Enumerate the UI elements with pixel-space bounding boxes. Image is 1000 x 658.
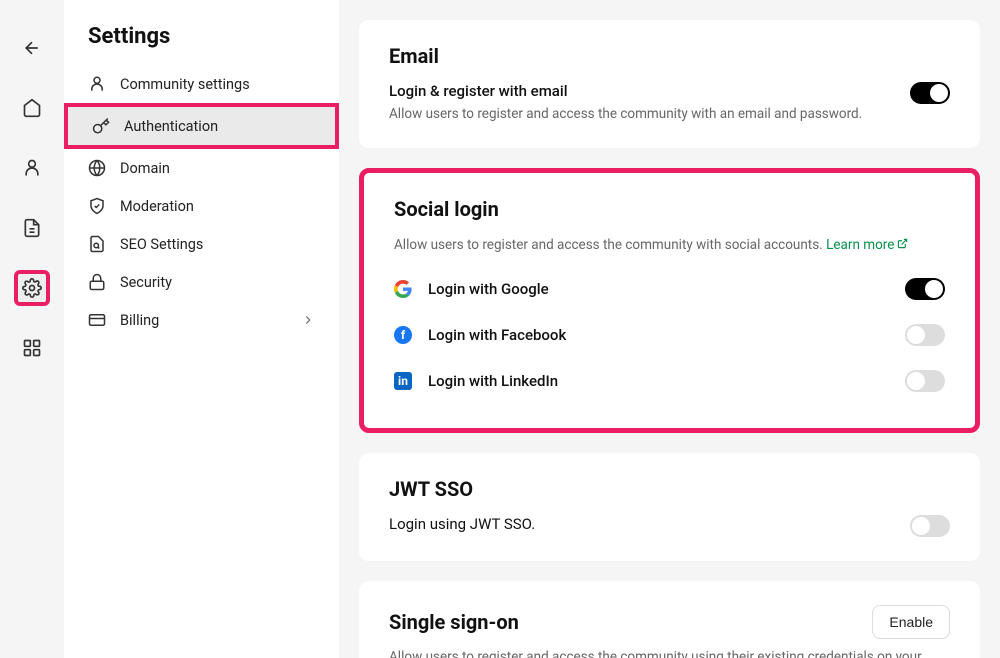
email-row-desc: Allow users to register and access the c… <box>389 104 890 124</box>
home-icon[interactable] <box>14 90 50 126</box>
sidebar-item-billing[interactable]: Billing <box>64 301 339 339</box>
external-link-icon <box>897 238 908 249</box>
jwt-desc: Login using JWT SSO. <box>389 515 890 533</box>
sidebar-item-authentication[interactable]: Authentication <box>64 103 339 149</box>
social-login-card: Social login Allow users to register and… <box>359 168 980 432</box>
jwt-sso-toggle[interactable] <box>910 515 950 537</box>
google-login-label: Login with Google <box>428 280 549 298</box>
shield-icon <box>88 197 106 215</box>
google-login-row: Login with Google <box>394 266 945 312</box>
facebook-login-row: f Login with Facebook <box>394 312 945 358</box>
sidebar-item-label: Community settings <box>120 76 250 93</box>
sidebar-item-domain[interactable]: Domain <box>64 149 339 187</box>
search-file-icon <box>88 235 106 253</box>
sso-card: Single sign-on Enable Allow users to reg… <box>359 581 980 658</box>
credit-card-icon <box>88 311 106 329</box>
back-icon[interactable] <box>14 30 50 66</box>
social-section-title: Social login <box>394 197 945 221</box>
sidebar-title: Settings <box>64 24 339 65</box>
sidebar-item-label: SEO Settings <box>120 236 203 253</box>
sidebar-item-label: Billing <box>120 312 159 329</box>
sidebar-item-community-settings[interactable]: Community settings <box>64 65 339 103</box>
social-learn-more-link[interactable]: Learn more <box>826 237 908 253</box>
person-icon <box>88 75 106 93</box>
google-icon <box>394 280 412 298</box>
linkedin-login-toggle[interactable] <box>905 370 945 392</box>
sso-enable-button[interactable]: Enable <box>872 605 950 639</box>
google-login-toggle[interactable] <box>905 278 945 300</box>
facebook-login-toggle[interactable] <box>905 324 945 346</box>
key-icon <box>92 117 110 135</box>
person-icon[interactable] <box>14 150 50 186</box>
sidebar-item-seo-settings[interactable]: SEO Settings <box>64 225 339 263</box>
sso-desc: Allow users to register and access the c… <box>389 647 950 658</box>
globe-icon <box>88 159 106 177</box>
sso-section-title: Single sign-on <box>389 610 519 634</box>
sidebar-item-label: Moderation <box>120 198 194 215</box>
sidebar-item-label: Security <box>120 274 172 291</box>
sidebar-item-label: Authentication <box>124 118 218 135</box>
lock-icon <box>88 273 106 291</box>
apps-icon[interactable] <box>14 330 50 366</box>
email-login-toggle[interactable] <box>910 82 950 104</box>
linkedin-login-label: Login with LinkedIn <box>428 372 558 390</box>
icon-rail <box>0 0 64 658</box>
document-icon[interactable] <box>14 210 50 246</box>
email-section-title: Email <box>389 44 950 68</box>
social-desc: Allow users to register and access the c… <box>394 235 945 255</box>
facebook-login-label: Login with Facebook <box>428 326 566 344</box>
sidebar-item-security[interactable]: Security <box>64 263 339 301</box>
facebook-icon: f <box>394 326 412 344</box>
linkedin-login-row: in Login with LinkedIn <box>394 358 945 404</box>
jwt-sso-card: JWT SSO Login using JWT SSO. <box>359 453 980 561</box>
email-card: Email Login & register with email Allow … <box>359 20 980 148</box>
main-content: Email Login & register with email Allow … <box>339 0 1000 658</box>
sidebar: Settings Community settings Authenticati… <box>64 0 339 658</box>
email-row-title: Login & register with email <box>389 82 890 100</box>
linkedin-icon: in <box>394 372 412 390</box>
chevron-right-icon <box>301 313 315 327</box>
jwt-section-title: JWT SSO <box>389 477 950 501</box>
gear-icon[interactable] <box>14 270 50 306</box>
sidebar-item-label: Domain <box>120 160 170 177</box>
sidebar-item-moderation[interactable]: Moderation <box>64 187 339 225</box>
